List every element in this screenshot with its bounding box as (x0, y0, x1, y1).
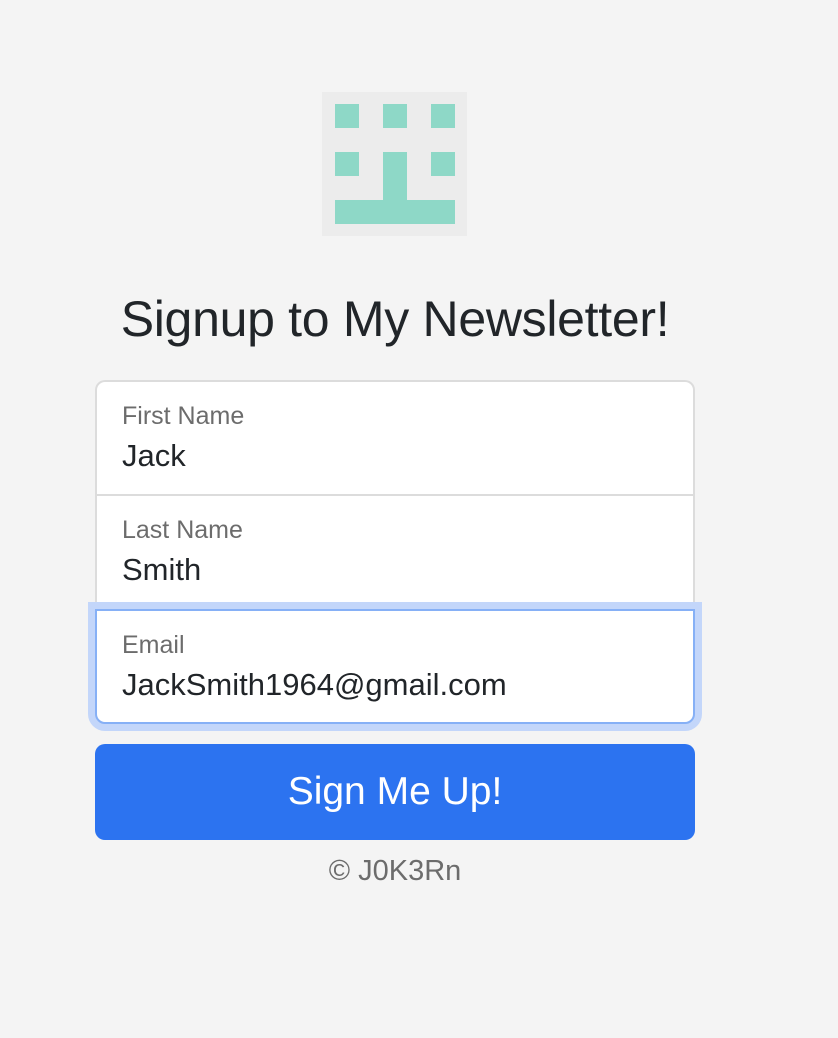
first-name-input[interactable] (122, 438, 662, 474)
page-title: Signup to My Newsletter! (120, 291, 670, 347)
copyright-text: © J0K3Rn (328, 855, 462, 887)
logo-image (322, 92, 467, 236)
first-name-field[interactable]: First Name (95, 380, 695, 495)
email-input[interactable] (122, 667, 662, 703)
signup-form: First Name Last Name Email (95, 380, 695, 724)
email-label: Email (122, 631, 185, 659)
last-name-label: Last Name (122, 516, 243, 544)
first-name-label: First Name (122, 402, 245, 430)
last-name-field[interactable]: Last Name (95, 494, 695, 609)
last-name-input[interactable] (122, 552, 662, 588)
signup-page: Signup to My Newsletter! First Name Last… (0, 0, 838, 1038)
sign-me-up-button[interactable]: Sign Me Up! (95, 744, 695, 840)
email-field[interactable]: Email (95, 609, 695, 724)
pixel-face-logo-icon (335, 104, 455, 224)
